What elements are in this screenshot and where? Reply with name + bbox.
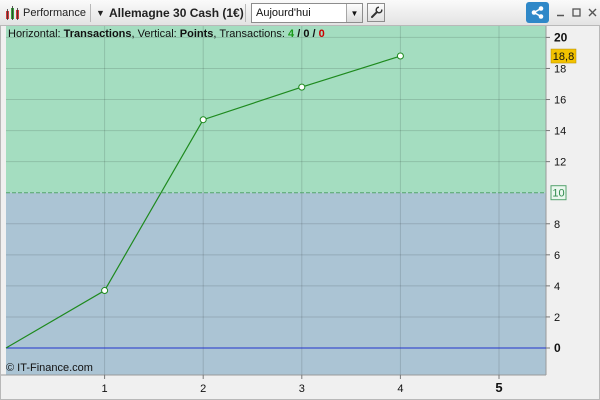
maximize-icon [571, 8, 581, 17]
y-tick-label: 0 [554, 341, 561, 355]
data-point [396, 52, 404, 60]
share-icon [531, 6, 544, 19]
settings-button[interactable] [367, 3, 385, 22]
chart-area: 12345 0 2 4 6 8 12 14 16 18 20 10 18,8 Horizontal: … [0, 26, 600, 400]
y-tick-label: 6 [554, 250, 560, 262]
instrument-dropdown-icon[interactable]: ▼ [96, 0, 106, 26]
chevron-down-icon[interactable]: ▼ [346, 4, 362, 22]
data-point [199, 116, 207, 124]
y-tick-label: 16 [554, 95, 566, 107]
horizontal-label: Horizontal: [8, 28, 64, 40]
y-tick-label: 4 [554, 281, 560, 293]
x-tick-label: 4 [397, 383, 403, 395]
x-tick-label: 5 [495, 380, 502, 395]
y-tick-label: 18 [554, 63, 566, 75]
close-button[interactable] [585, 4, 599, 21]
wrench-icon [370, 6, 383, 18]
reference-label: 10 [552, 188, 564, 200]
instrument-name[interactable]: Allemagne 30 Cash (1€) [109, 0, 244, 26]
minimize-button[interactable] [553, 4, 567, 21]
data-point [101, 287, 109, 295]
app-title: Performance [23, 7, 86, 19]
x-tick-label: 2 [200, 383, 206, 395]
y-tick-label: 14 [554, 126, 566, 138]
y-tick-label: 8 [554, 219, 560, 231]
transactions-label: , Transactions: [213, 28, 289, 40]
gain-zone [6, 26, 546, 193]
vertical-value: Points [179, 28, 214, 40]
y-tick-label: 20 [554, 30, 568, 44]
toolbar-divider [90, 4, 91, 22]
copyright: © IT-Finance.com [6, 362, 93, 374]
maximize-button[interactable] [569, 4, 583, 21]
count-separator: / [309, 28, 319, 40]
x-tick-label: 3 [299, 383, 305, 395]
x-tick-label: 1 [102, 383, 108, 395]
losses-count: 0 [318, 28, 325, 40]
minimize-icon [556, 14, 564, 17]
vertical-label: , Vertical: [131, 28, 180, 40]
share-button[interactable] [526, 2, 549, 23]
chart-info-line: Horizontal: Transactions, Vertical: Poin… [8, 28, 325, 40]
horizontal-value: Transactions [63, 28, 132, 40]
data-point [298, 83, 306, 91]
y-tick-label: 12 [554, 157, 566, 169]
count-separator: / [294, 28, 304, 40]
current-value-label: 18,8 [553, 51, 574, 63]
period-select-value: Aujourd'hui [256, 7, 311, 19]
period-select[interactable]: Aujourd'hui ▼ [251, 3, 363, 23]
close-icon [588, 8, 596, 17]
performance-icon [5, 0, 21, 26]
performance-chart: 12345 0246812141618201018,8 [1, 26, 599, 399]
toolbar: Performance ▼ Allemagne 30 Cash (1€) Auj… [0, 0, 600, 26]
y-tick-label: 2 [554, 312, 560, 324]
toolbar-divider [245, 4, 246, 22]
